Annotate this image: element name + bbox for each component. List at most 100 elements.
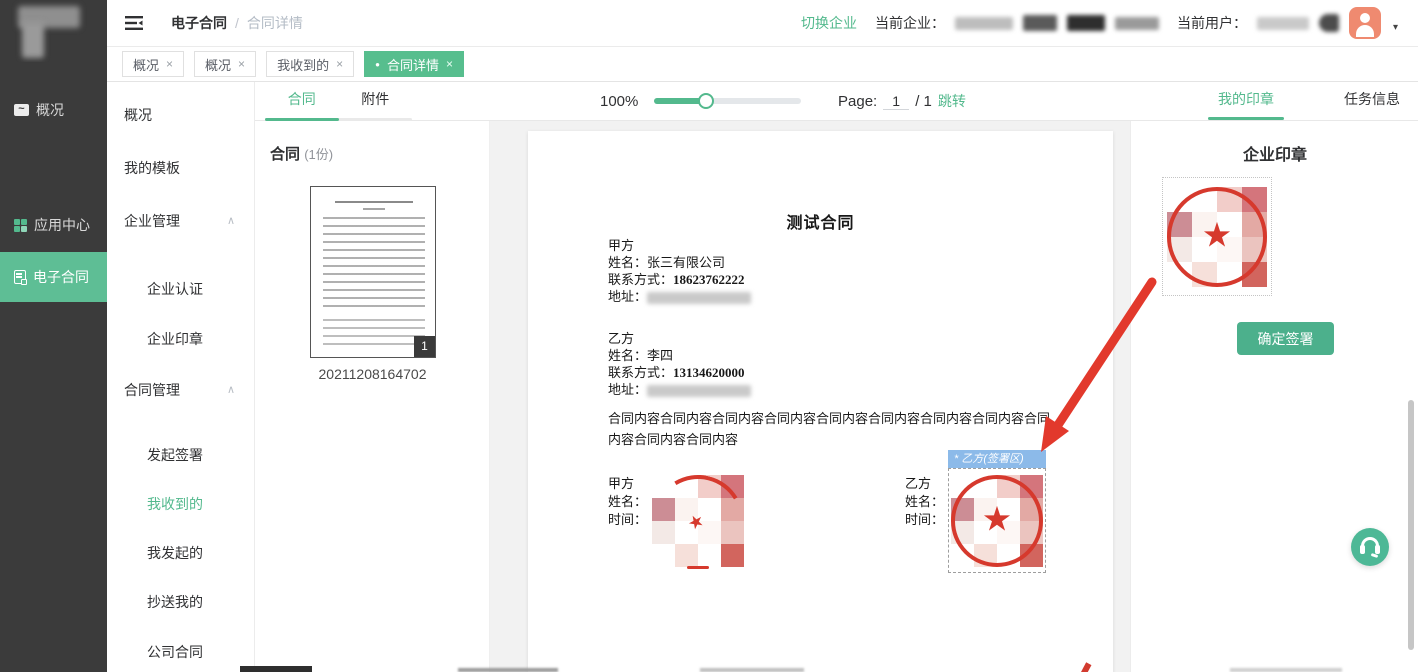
rail-item-label: 应用中心 — [34, 215, 90, 235]
current-user-label: 当前用户： — [1177, 13, 1247, 33]
party-b-sign-zone[interactable]: * 乙方(签署区) ★ — [948, 450, 1046, 573]
user-name-redacted — [1319, 14, 1339, 32]
rail-item-overview[interactable]: ~ 概况 — [0, 95, 107, 125]
contract-list-title: 合同 (1份) — [270, 143, 333, 164]
name-label: 姓名： — [608, 348, 647, 363]
tab-underline — [265, 118, 412, 121]
breadcrumb-current: 合同详情 — [247, 13, 303, 33]
rail-item-app-center[interactable]: 应用中心 — [0, 210, 107, 240]
breadcrumb-separator: / — [235, 15, 239, 31]
customer-service-fab[interactable] — [1351, 528, 1389, 566]
sidebar-item-company-mgmt[interactable]: 企业管理∧ — [107, 210, 255, 232]
sidebar-item-company-contracts[interactable]: 公司合同 — [107, 641, 255, 663]
breadcrumb-root[interactable]: 电子合同 — [171, 13, 227, 33]
party-b-name: 李四 — [647, 348, 673, 363]
party-a-name: 张三有限公司 — [647, 255, 725, 270]
zoom-percentage: 100% — [600, 93, 638, 110]
thumbnail-text-lines — [323, 319, 425, 349]
tab-label: 概况 — [205, 55, 231, 74]
company-name-redacted — [1023, 15, 1057, 31]
star-icon: ★ — [982, 502, 1012, 536]
address-label: 地址： — [608, 289, 647, 304]
sign-zone-label: * 乙方(签署区) — [948, 450, 1046, 468]
tab-attachment[interactable]: 附件 — [339, 82, 413, 120]
sidebar-item-cc-me[interactable]: 抄送我的 — [107, 591, 255, 613]
close-icon[interactable]: × — [166, 57, 173, 71]
close-icon[interactable]: × — [336, 57, 343, 71]
contract-page: 测试合同 甲方 姓名：张三有限公司 联系方式：18623762222 地址： 乙… — [528, 131, 1113, 672]
sidebar-item-my-templates[interactable]: 我的模板 — [107, 157, 255, 179]
address-label: 地址： — [608, 382, 647, 397]
vertical-scrollbar[interactable] — [1408, 400, 1414, 650]
party-a-block: 甲方 姓名：张三有限公司 联系方式：18623762222 地址： — [608, 237, 751, 305]
page-number-input[interactable] — [883, 93, 909, 110]
sidebar-item-initiated-by-me[interactable]: 我发起的 — [107, 542, 255, 564]
contract-document-icon — [14, 270, 26, 284]
page-total: / 1 — [915, 93, 932, 110]
contact-label: 联系方式： — [608, 272, 673, 287]
page-navigation: Page: / 1 跳转 — [838, 82, 966, 120]
rail-item-label: 概况 — [36, 100, 64, 120]
sidebar-item-overview[interactable]: 概况 — [107, 104, 255, 126]
sign-zone-dashed-box[interactable]: ★ — [948, 468, 1046, 573]
breadcrumb: 电子合同 / 合同详情 — [171, 13, 303, 33]
contact-label: 联系方式： — [608, 365, 673, 380]
tab-task-info[interactable]: 任务信息 — [1340, 82, 1404, 120]
tab-overview-1[interactable]: 概况 × — [122, 51, 184, 77]
seal-panel: 企业印章 ★ 确定签署 — [1130, 121, 1418, 672]
tab-overview-2[interactable]: 概况 × — [194, 51, 256, 77]
zoom-slider[interactable] — [654, 98, 801, 104]
jump-link[interactable]: 跳转 — [938, 91, 966, 111]
thumbnail-text-lines — [323, 217, 425, 313]
close-icon[interactable]: × — [238, 57, 245, 71]
confirm-sign-button[interactable]: 确定签署 — [1237, 322, 1334, 355]
sidebar-item-company-auth[interactable]: 企业认证 — [107, 278, 255, 300]
rail-item-label: 电子合同 — [33, 267, 89, 287]
sidebar-item-initiate-sign[interactable]: 发起签署 — [107, 444, 255, 466]
current-company-label: 当前企业： — [875, 13, 945, 33]
background-window-sliver — [240, 666, 312, 672]
logo-redacted — [22, 22, 44, 58]
company-seal-stamp: ★ — [1167, 187, 1267, 287]
background-window-sliver — [700, 668, 804, 672]
sidebar-item-received[interactable]: 我收到的 — [107, 493, 255, 515]
tab-contract[interactable]: 合同 — [265, 82, 339, 120]
tab-received[interactable]: 我收到的 × — [266, 51, 354, 77]
tab-contract-detail[interactable]: ● 合同详情 × — [364, 51, 464, 77]
slider-thumb[interactable] — [698, 93, 714, 109]
sidebar-item-company-seal[interactable]: 企业印章 — [107, 328, 255, 350]
tab-my-seal[interactable]: 我的印章 — [1214, 82, 1278, 120]
background-window-sliver — [458, 668, 558, 672]
background-window-sliver — [1230, 668, 1342, 672]
collapse-menu-icon[interactable] — [125, 15, 143, 31]
zoom-control: 100% — [600, 82, 801, 120]
address-redacted — [647, 292, 751, 304]
document-viewer[interactable]: 测试合同 甲方 姓名：张三有限公司 联系方式：18623762222 地址： 乙… — [490, 121, 1130, 672]
company-seal-item[interactable]: ★ — [1162, 177, 1272, 296]
company-name-redacted — [955, 17, 1013, 30]
active-dot-icon: ● — [375, 60, 380, 69]
rail-item-e-contract[interactable]: 电子合同 — [0, 252, 107, 302]
overview-chart-icon: ~ — [14, 104, 29, 116]
open-tabs-bar: 概况 × 概况 × 我收到的 × ● 合同详情 × — [107, 47, 1418, 82]
party-b-block: 乙方 姓名：李四 联系方式：13134620000 地址： — [608, 330, 751, 398]
app-logo — [0, 0, 107, 62]
address-redacted — [647, 385, 751, 397]
party-a-phone: 18623762222 — [673, 272, 745, 287]
header-right: 切换企业 当前企业： 当前用户： ▾ — [801, 7, 1418, 39]
star-icon: ★ — [1202, 218, 1232, 252]
chevron-up-icon: ∧ — [227, 379, 235, 401]
party-b-phone: 13134620000 — [673, 365, 745, 380]
apps-grid-icon — [14, 219, 27, 232]
right-panel-tabs: 我的印章 任务信息 — [1200, 82, 1418, 120]
sidebar-item-contract-mgmt[interactable]: 合同管理∧ — [107, 379, 255, 401]
switch-company-link[interactable]: 切换企业 — [801, 13, 857, 33]
caret-down-icon[interactable]: ▾ — [1393, 22, 1398, 39]
document-title: 测试合同 — [528, 209, 1113, 233]
name-label: 姓名： — [608, 255, 647, 270]
tab-label: 我收到的 — [277, 55, 329, 74]
close-icon[interactable]: × — [446, 57, 453, 71]
avatar[interactable] — [1349, 7, 1381, 39]
thumbnail-text-lines — [335, 201, 413, 203]
contract-thumbnail[interactable]: 1 — [310, 186, 436, 358]
